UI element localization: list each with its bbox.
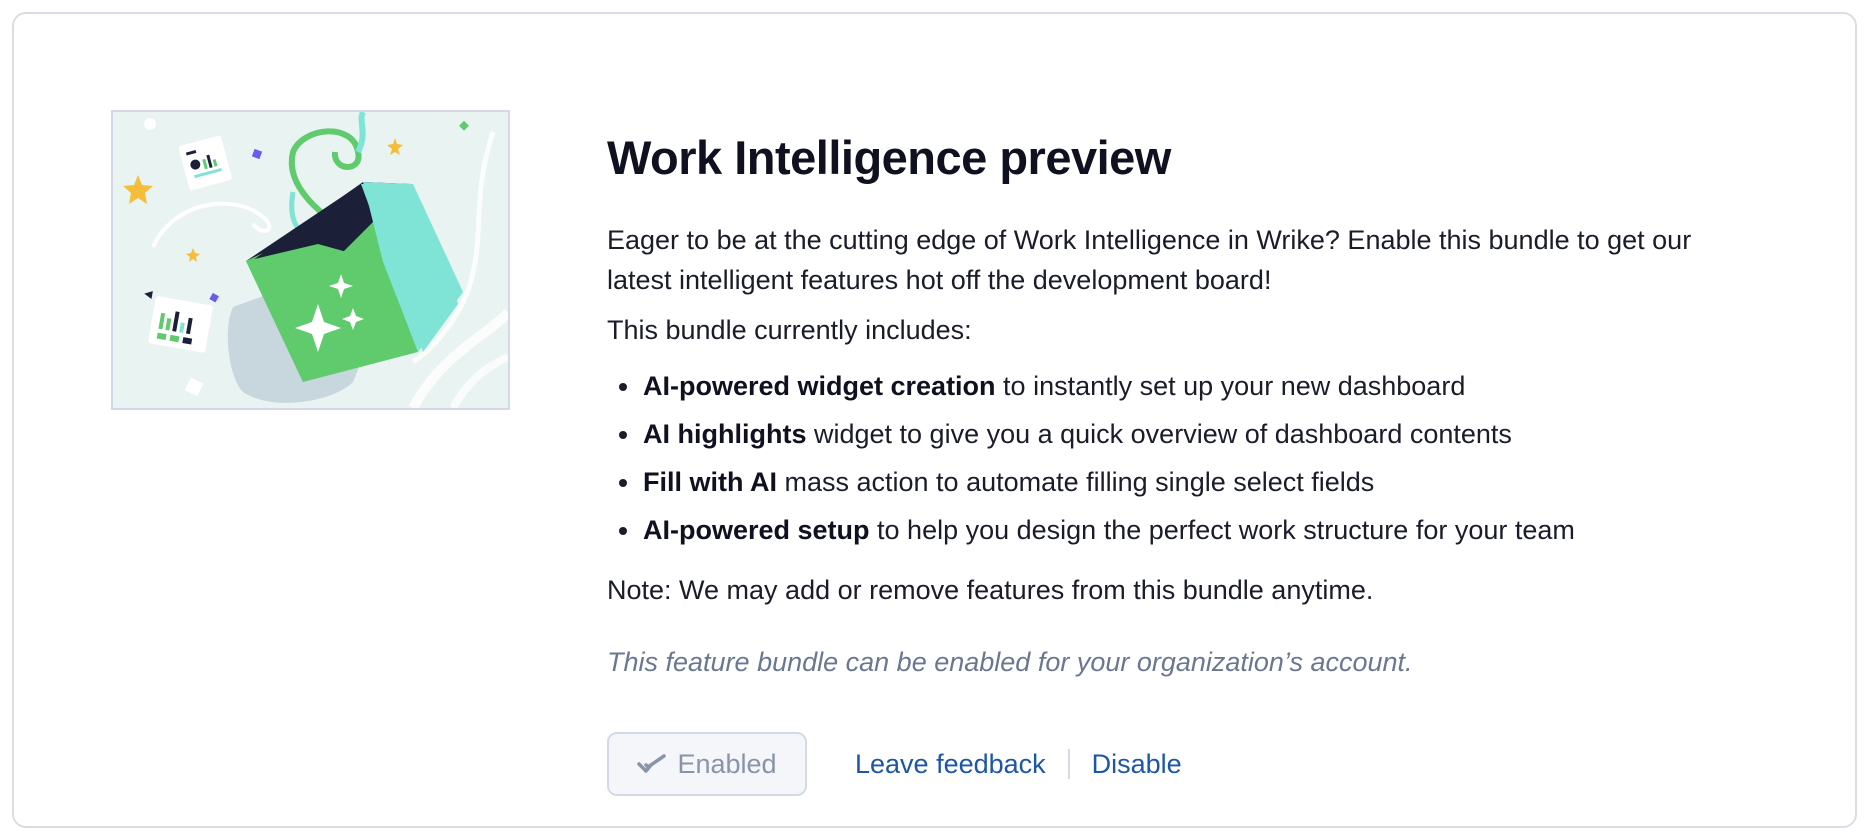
feature-name: AI-powered setup — [643, 515, 870, 545]
double-check-icon — [637, 754, 667, 773]
includes-label: This bundle currently includes: — [607, 315, 972, 345]
feature-description: to help you design the perfect work stru… — [869, 515, 1575, 545]
feature-description: widget to give you a quick overview of d… — [806, 419, 1512, 449]
feature-description: mass action to automate filling single s… — [777, 467, 1375, 497]
leave-feedback-link[interactable]: Leave feedback — [855, 749, 1046, 780]
feature-description: to instantly set up your new dashboard — [995, 371, 1466, 401]
feature-item: AI-powered setup to help you design the … — [619, 510, 1575, 558]
feature-item: Fill with AI mass action to automate fil… — [619, 462, 1575, 510]
bundle-actions: Enabled Leave feedback Disable — [607, 732, 1182, 796]
bundle-note: Note: We may add or remove features from… — [607, 575, 1374, 605]
enabled-label: Enabled — [677, 748, 777, 779]
feature-item: AI highlights widget to give you a quick… — [619, 414, 1575, 462]
feature-name: Fill with AI — [643, 467, 777, 497]
bundle-description: Eager to be at the cutting edge of Work … — [607, 225, 1692, 295]
disable-link[interactable]: Disable — [1092, 749, 1182, 780]
feature-list: AI-powered widget creation to instantly … — [607, 366, 1575, 558]
enabled-button[interactable]: Enabled — [607, 732, 807, 796]
actions-divider — [1067, 749, 1070, 779]
feature-item: AI-powered widget creation to instantly … — [619, 366, 1575, 414]
feature-bundle-card: Work Intelligence preview Eager to be at… — [12, 12, 1857, 828]
bundle-illustration — [111, 110, 510, 410]
feature-name: AI-powered widget creation — [643, 371, 996, 401]
bundle-title: Work Intelligence preview — [607, 131, 1171, 184]
account-availability-note: This feature bundle can be enabled for y… — [607, 647, 1413, 677]
feature-name: AI highlights — [643, 419, 807, 449]
gift-box-illustration — [113, 112, 508, 408]
